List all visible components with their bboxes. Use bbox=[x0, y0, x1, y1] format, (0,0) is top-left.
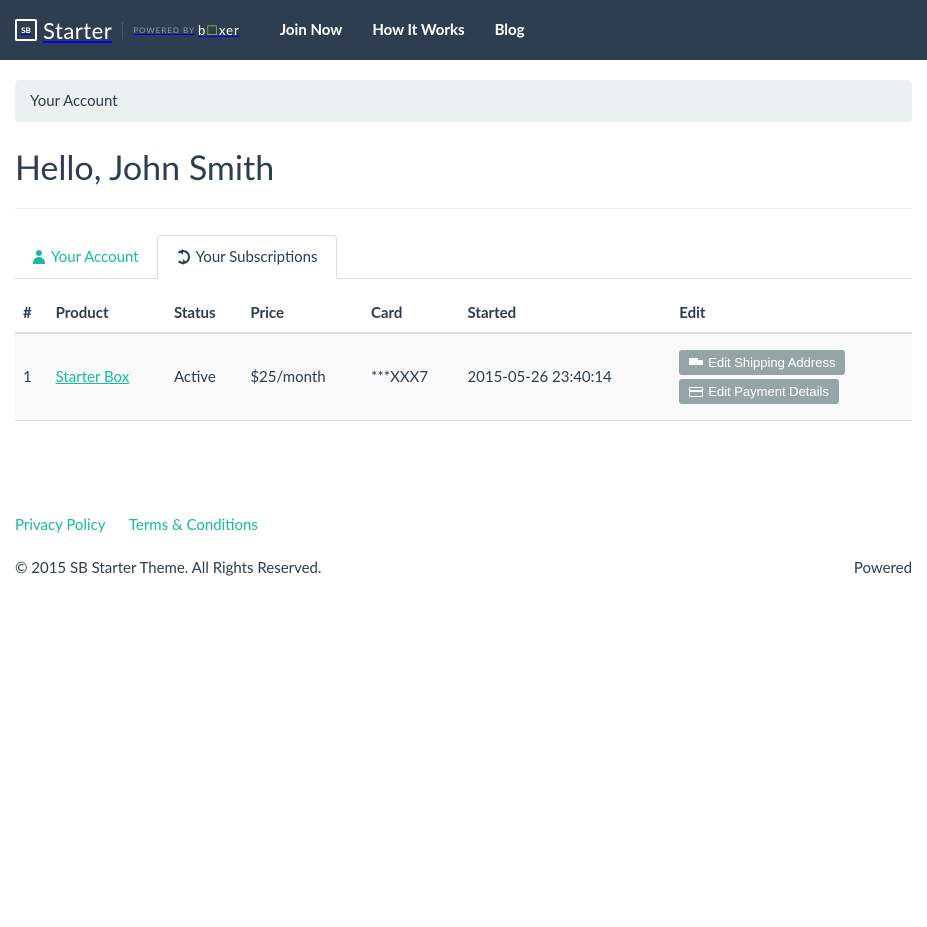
cell-price: $25/month bbox=[242, 333, 363, 421]
cell-num: 1 bbox=[15, 333, 48, 421]
footer-bottom: © 2015 SB Starter Theme. All Rights Rese… bbox=[15, 559, 912, 577]
footer: Privacy Policy Terms & Conditions © 2015… bbox=[0, 501, 927, 592]
refresh-icon bbox=[176, 250, 190, 264]
col-num: # bbox=[15, 294, 48, 333]
user-icon bbox=[33, 250, 45, 264]
privacy-link[interactable]: Privacy Policy bbox=[15, 516, 105, 534]
brand-logo[interactable]: Starter POWERED BY b☐xer bbox=[15, 17, 240, 44]
brand-powered-by: POWERED BY b☐xer bbox=[122, 22, 240, 39]
card-icon bbox=[689, 387, 703, 397]
navbar: Starter POWERED BY b☐xer Join Now How It… bbox=[0, 0, 927, 60]
powered-by-footer: Powered bbox=[854, 559, 912, 577]
nav-link-join[interactable]: Join Now bbox=[280, 21, 343, 39]
product-link[interactable]: Starter Box bbox=[56, 368, 130, 386]
tab-your-subscriptions[interactable]: Your Subscriptions bbox=[157, 235, 337, 279]
truck-icon bbox=[689, 358, 703, 368]
tabs: Your Account Your Subscriptions bbox=[15, 234, 912, 279]
cell-card: ***XXX7 bbox=[363, 333, 459, 421]
copyright: © 2015 SB Starter Theme. All Rights Rese… bbox=[15, 559, 321, 577]
table-row: 1 Starter Box Active $25/month ***XXX7 2… bbox=[15, 333, 912, 421]
nav-link-blog[interactable]: Blog bbox=[495, 21, 525, 39]
cell-started: 2015-05-26 23:40:14 bbox=[459, 333, 671, 421]
col-price: Price bbox=[242, 294, 363, 333]
edit-shipping-button[interactable]: Edit Shipping Address bbox=[679, 350, 845, 375]
brand-icon bbox=[15, 19, 37, 41]
divider bbox=[15, 208, 912, 209]
breadcrumb: Your Account bbox=[15, 80, 912, 122]
col-card: Card bbox=[363, 294, 459, 333]
col-product: Product bbox=[48, 294, 166, 333]
edit-payment-button[interactable]: Edit Payment Details bbox=[679, 379, 839, 404]
cell-product: Starter Box bbox=[48, 333, 166, 421]
cell-edit: Edit Shipping Address Edit Payment Detai… bbox=[671, 333, 912, 421]
page-title: Hello, John Smith bbox=[15, 147, 912, 188]
nav-links: Join Now How It Works Blog bbox=[280, 21, 525, 39]
subscriptions-table: # Product Status Price Card Started Edit… bbox=[15, 294, 912, 421]
col-status: Status bbox=[166, 294, 242, 333]
nav-link-how[interactable]: How It Works bbox=[372, 21, 464, 39]
col-started: Started bbox=[459, 294, 671, 333]
col-edit: Edit bbox=[671, 294, 912, 333]
footer-links: Privacy Policy Terms & Conditions bbox=[15, 516, 912, 534]
cell-status: Active bbox=[166, 333, 242, 421]
brand-text: Starter bbox=[43, 17, 112, 44]
tab-your-account[interactable]: Your Account bbox=[15, 235, 157, 279]
terms-link[interactable]: Terms & Conditions bbox=[129, 516, 258, 534]
